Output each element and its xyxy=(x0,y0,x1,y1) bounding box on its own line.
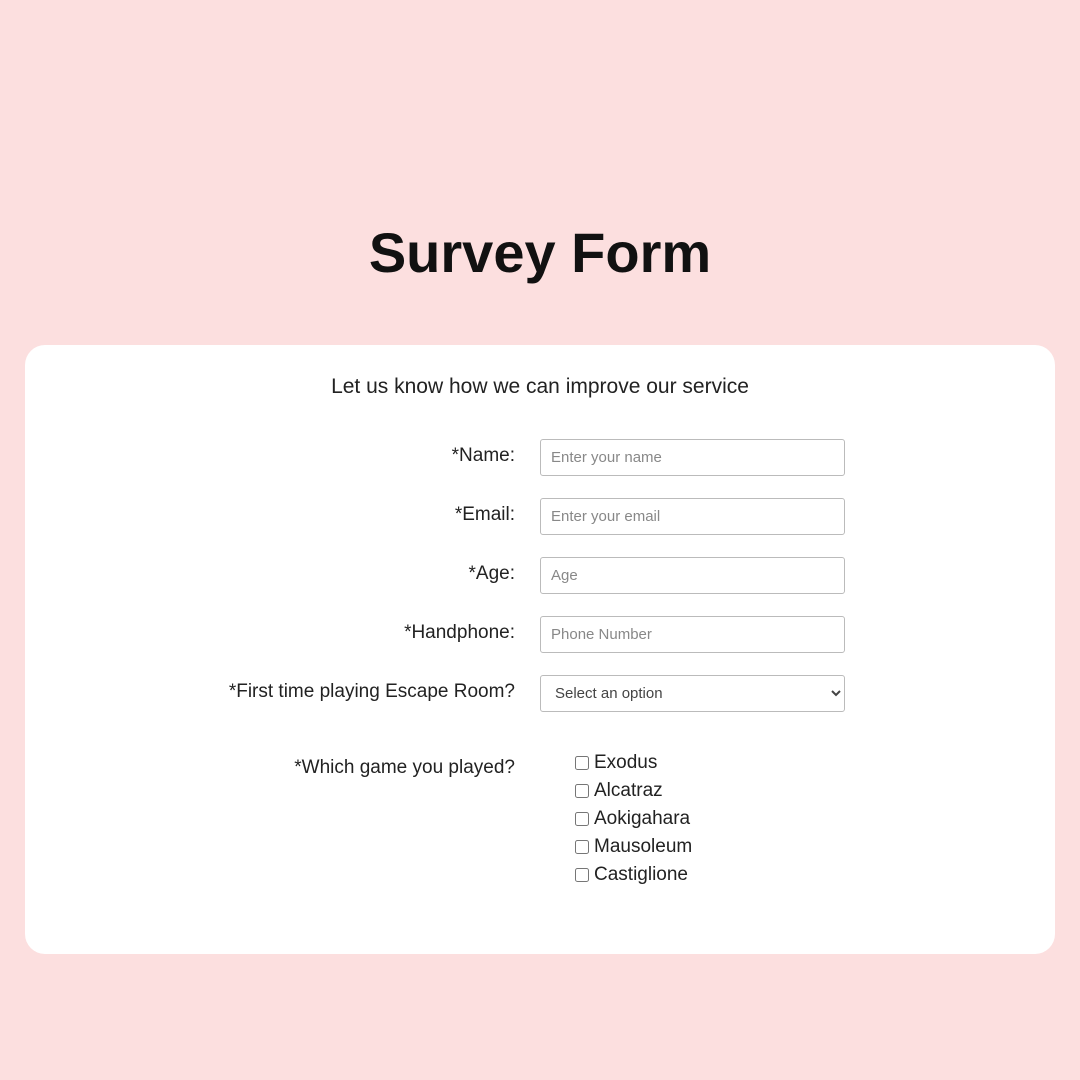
game-option-label: Aokigahara xyxy=(594,808,690,830)
game-checkbox-item: Alcatraz xyxy=(575,780,1015,802)
age-label: *Age: xyxy=(65,557,540,585)
game-option-label: Castiglione xyxy=(594,864,688,886)
form-card: Let us know how we can improve our servi… xyxy=(25,345,1055,954)
first-time-select[interactable]: Select an option xyxy=(540,675,845,712)
games-label: *Which game you played? xyxy=(65,752,540,779)
email-row: *Email: xyxy=(65,498,1015,535)
game-option-label: Mausoleum xyxy=(594,836,692,858)
game-checkbox-aokigahara[interactable] xyxy=(575,812,589,826)
form-description: Let us know how we can improve our servi… xyxy=(65,375,1015,399)
game-option-label: Alcatraz xyxy=(594,780,663,802)
page-title: Survey Form xyxy=(0,220,1080,285)
game-checkbox-item: Mausoleum xyxy=(575,836,1015,858)
name-row: *Name: xyxy=(65,439,1015,476)
age-input[interactable] xyxy=(540,557,845,594)
age-row: *Age: xyxy=(65,557,1015,594)
handphone-label: *Handphone: xyxy=(65,616,540,644)
name-input[interactable] xyxy=(540,439,845,476)
games-row: *Which game you played? Exodus Alcatraz … xyxy=(65,752,1015,892)
game-checkbox-item: Aokigahara xyxy=(575,808,1015,830)
games-checkbox-group: Exodus Alcatraz Aokigahara Mausoleum xyxy=(540,752,1015,886)
handphone-input[interactable] xyxy=(540,616,845,653)
game-checkbox-exodus[interactable] xyxy=(575,756,589,770)
first-time-row: *First time playing Escape Room? Select … xyxy=(65,675,1015,712)
game-checkbox-castiglione[interactable] xyxy=(575,868,589,882)
game-checkbox-item: Exodus xyxy=(575,752,1015,774)
game-checkbox-mausoleum[interactable] xyxy=(575,840,589,854)
email-label: *Email: xyxy=(65,498,540,526)
game-checkbox-alcatraz[interactable] xyxy=(575,784,589,798)
name-label: *Name: xyxy=(65,439,540,467)
game-option-label: Exodus xyxy=(594,752,657,774)
game-checkbox-item: Castiglione xyxy=(575,864,1015,886)
email-input[interactable] xyxy=(540,498,845,535)
handphone-row: *Handphone: xyxy=(65,616,1015,653)
first-time-label: *First time playing Escape Room? xyxy=(65,675,540,703)
